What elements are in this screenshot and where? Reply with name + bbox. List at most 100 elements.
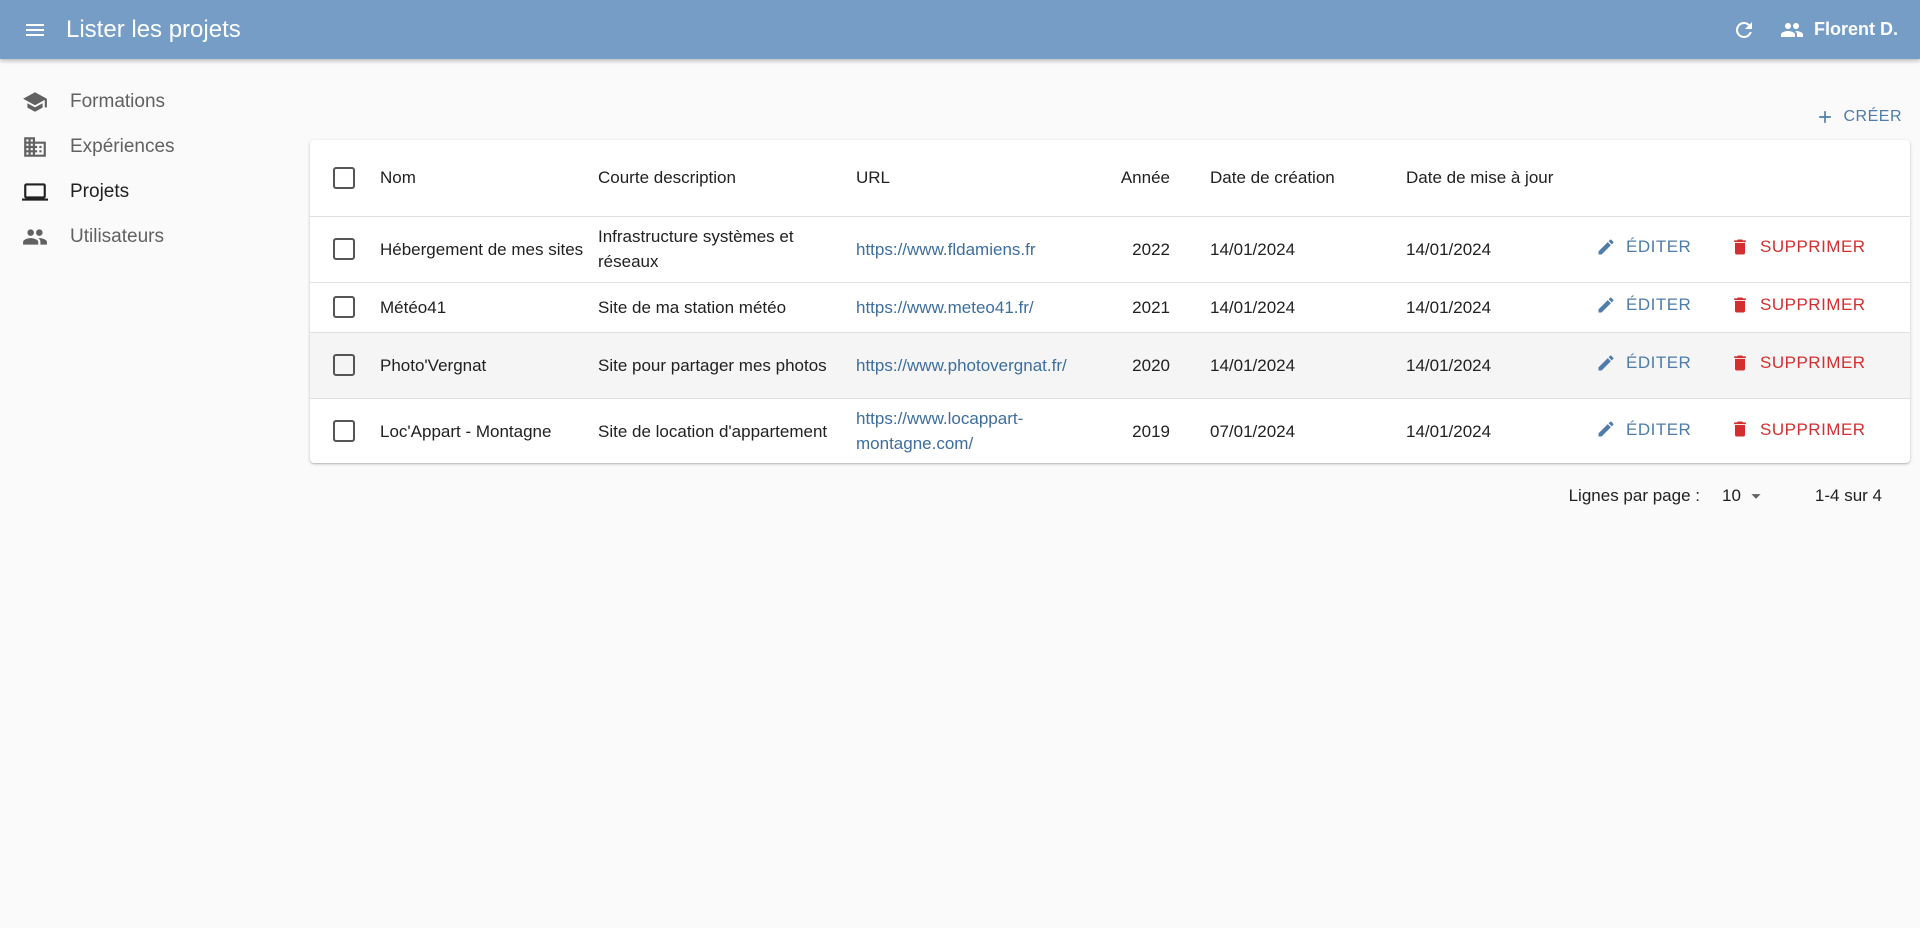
edit-button[interactable]: ÉDITER [1596, 417, 1691, 442]
sidebar-item-label: Formations [70, 90, 166, 112]
header-description[interactable]: Courte description [598, 140, 856, 216]
header-year[interactable]: Année [1096, 140, 1170, 216]
user-menu-button[interactable]: Florent D. [1780, 18, 1898, 42]
menu-icon [26, 23, 44, 36]
delete-button[interactable]: SUPPRIMER [1730, 417, 1866, 442]
edit-button-label: ÉDITER [1626, 295, 1692, 315]
rows-per-page-select[interactable]: 10 [1722, 485, 1767, 507]
cell-edit: ÉDITER [1562, 282, 1712, 332]
header-updated[interactable]: Date de mise à jour [1366, 140, 1562, 216]
cell-description: Infrastructure systèmes et réseaux [598, 227, 794, 271]
row-checkbox[interactable] [333, 296, 355, 318]
cell-delete: SUPPRIMER [1712, 216, 1910, 282]
refresh-button[interactable] [1724, 10, 1764, 50]
cell-delete: SUPPRIMER [1712, 398, 1910, 463]
select-all-checkbox[interactable] [333, 166, 355, 189]
row-select-cell [310, 216, 380, 282]
trash-icon [1734, 297, 1746, 313]
edit-button-label: ÉDITER [1626, 237, 1692, 257]
header-created[interactable]: Date de création [1170, 140, 1366, 216]
page-title: Lister les projets [66, 15, 241, 43]
header-select-all [310, 140, 380, 216]
cell-name: Hébergement de mes sites [380, 239, 584, 259]
sidebar-item-formations[interactable]: Formations [0, 79, 290, 124]
edit-button-label: ÉDITER [1626, 353, 1692, 373]
people-icon [1781, 22, 1803, 37]
sidebar: Formations Expériences Projets Utilisate… [0, 79, 290, 259]
trash-icon [1734, 239, 1746, 255]
sidebar-item-label: Expériences [70, 135, 175, 157]
table-row[interactable]: Météo41 Site de ma station météo https:/… [310, 282, 1910, 332]
cell-edit: ÉDITER [1562, 332, 1712, 398]
header-url[interactable]: URL [856, 140, 1096, 216]
sidebar-item-projets[interactable]: Projets [0, 169, 290, 214]
cell-year: 2022 [1132, 239, 1170, 259]
edit-button[interactable]: ÉDITER [1596, 292, 1691, 317]
row-select-cell [310, 332, 380, 398]
sidebar-item-experiences[interactable]: Expériences [0, 124, 290, 169]
delete-button-label: SUPPRIMER [1760, 419, 1866, 439]
cell-updated: 14/01/2024 [1406, 421, 1492, 441]
project-url-link[interactable]: https://www.fldamiens.fr [856, 240, 1036, 259]
table-row[interactable]: Loc'Appart - Montagne Site de location d… [310, 398, 1910, 463]
delete-button-label: SUPPRIMER [1760, 237, 1866, 257]
table-row[interactable]: Hébergement de mes sites Infrastructure … [310, 216, 1910, 282]
row-checkbox[interactable] [333, 420, 355, 443]
row-checkbox[interactable] [333, 354, 355, 376]
appbar-actions: Florent D. [1724, 0, 1920, 59]
projects-table: Nom Courte description URL Année Date de… [310, 140, 1910, 463]
cell-year: 2020 [1132, 355, 1170, 375]
pencil-icon [1598, 297, 1614, 313]
sidebar-item-utilisateurs[interactable]: Utilisateurs [0, 214, 290, 259]
row-checkbox[interactable] [333, 238, 355, 260]
cell-description: Site de location d'appartement [598, 421, 828, 441]
header-delete [1712, 140, 1910, 216]
school-icon [22, 89, 48, 115]
laptop-icon [22, 179, 48, 205]
sidebar-item-label: Utilisateurs [70, 225, 164, 247]
rows-per-page-value: 10 [1721, 486, 1741, 505]
people-icon [22, 224, 48, 250]
app-bar: Lister les projets Florent D. [0, 0, 1920, 59]
pencil-icon [1598, 239, 1614, 255]
plus-icon [1819, 111, 1832, 123]
projects-table-card: Nom Courte description URL Année Date de… [310, 140, 1910, 463]
cell-description: Site pour partager mes photos [598, 355, 827, 375]
cell-name: Photo'Vergnat [380, 355, 487, 375]
table-header-row: Nom Courte description URL Année Date de… [310, 140, 1910, 216]
cell-updated: 14/01/2024 [1406, 355, 1492, 375]
delete-button[interactable]: SUPPRIMER [1730, 234, 1866, 259]
user-name: Florent D. [1814, 19, 1898, 39]
cell-url: https://www.fldamiens.fr [856, 216, 1096, 282]
pencil-icon [1598, 421, 1614, 437]
cell-created: 07/01/2024 [1210, 421, 1296, 441]
row-select-cell [310, 398, 380, 463]
cell-delete: SUPPRIMER [1712, 332, 1910, 398]
cell-year: 2021 [1132, 297, 1170, 317]
menu-button[interactable] [15, 10, 55, 50]
delete-button-label: SUPPRIMER [1760, 353, 1866, 373]
caret-down-icon [1751, 494, 1761, 499]
refresh-icon [1735, 21, 1752, 38]
project-url-link[interactable]: https://www.photovergnat.fr/ [856, 356, 1067, 375]
trash-icon [1734, 421, 1746, 437]
create-button[interactable]: CRÉER [1815, 104, 1902, 130]
delete-button[interactable]: SUPPRIMER [1730, 350, 1866, 375]
header-edit [1562, 140, 1712, 216]
edit-button[interactable]: ÉDITER [1596, 350, 1691, 375]
table-row[interactable]: Photo'Vergnat Site pour partager mes pho… [310, 332, 1910, 398]
row-select-cell [310, 282, 380, 332]
cell-delete: SUPPRIMER [1712, 282, 1910, 332]
edit-button[interactable]: ÉDITER [1596, 234, 1691, 259]
cell-url: https://www.locappart-montagne.com/ [856, 398, 1096, 463]
project-url-link[interactable]: https://www.locappart-montagne.com/ [856, 409, 1023, 453]
cell-url: https://www.meteo41.fr/ [856, 282, 1096, 332]
project-url-link[interactable]: https://www.meteo41.fr/ [856, 298, 1034, 317]
header-name[interactable]: Nom [380, 140, 598, 216]
cell-name: Météo41 [380, 297, 447, 317]
delete-button[interactable]: SUPPRIMER [1730, 292, 1866, 317]
cell-edit: ÉDITER [1562, 216, 1712, 282]
cell-created: 14/01/2024 [1210, 297, 1296, 317]
trash-icon [1734, 355, 1746, 371]
cell-year: 2019 [1132, 421, 1170, 441]
